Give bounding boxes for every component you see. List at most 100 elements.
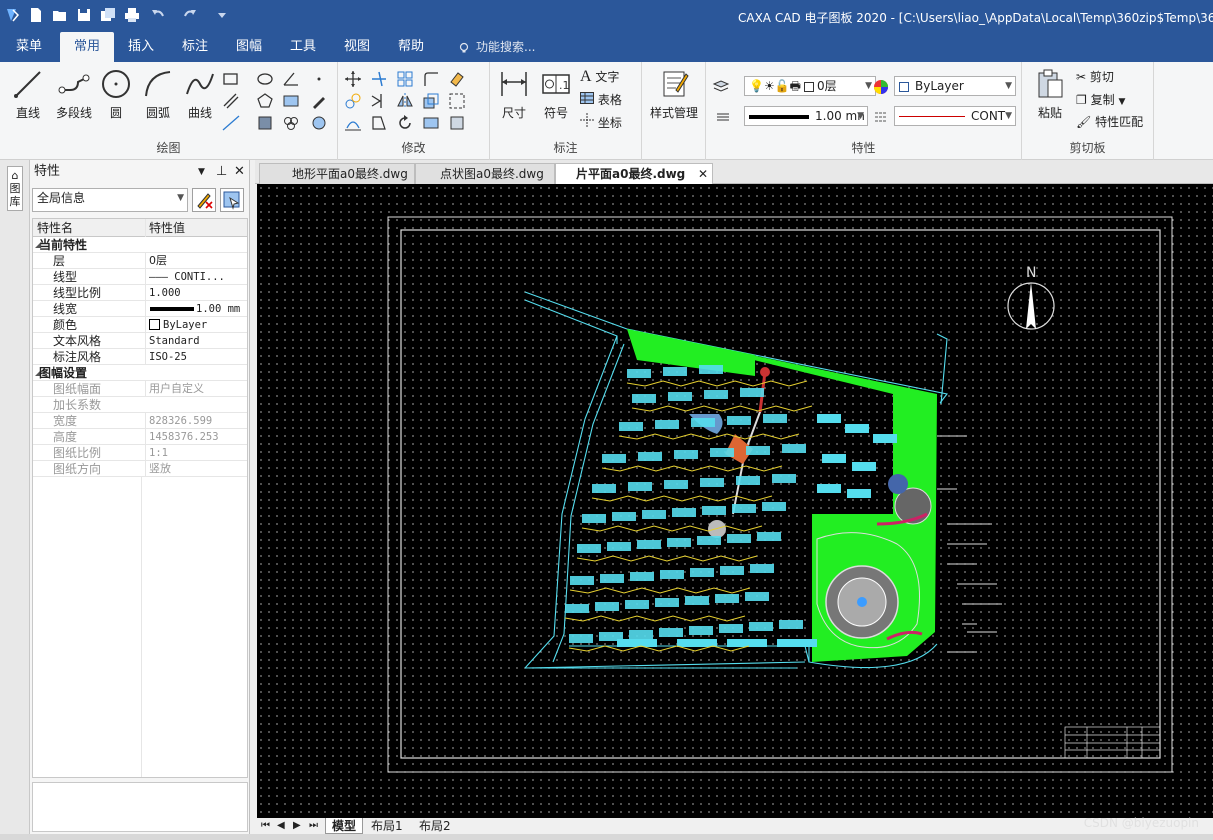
style-manager-button[interactable]: 样式管理 (648, 68, 700, 130)
tab-dimension[interactable]: 标注 (172, 32, 218, 62)
color-select[interactable]: ByLayer ▼ (894, 76, 1016, 96)
drawing-canvas[interactable]: N (257, 184, 1213, 818)
color-wheel-icon[interactable] (872, 78, 890, 96)
tab-view[interactable]: 视图 (334, 32, 380, 62)
revision-icon[interactable] (310, 114, 328, 132)
doc-tab-site-plan[interactable]: 片平面a0最终.dwg ✕ (555, 163, 713, 184)
symbol-button[interactable]: .1 符号 (536, 68, 576, 130)
chevron-down-icon: ▼ (1005, 111, 1012, 121)
polygon-icon[interactable] (256, 92, 274, 110)
circle-button[interactable]: 圆 (96, 68, 136, 130)
scale-icon[interactable] (422, 92, 440, 110)
dimension-button[interactable]: 尺寸 (494, 68, 534, 130)
tab-sheet[interactable]: 图幅 (226, 32, 272, 62)
angle-line-icon[interactable] (282, 70, 300, 88)
layer-manager-icon[interactable] (712, 78, 730, 96)
coordinate-button[interactable]: 坐标 (580, 113, 622, 131)
hatch-icon[interactable] (282, 92, 300, 110)
tab-help[interactable]: 帮助 (388, 32, 434, 62)
layout-tab-bar: ⏮ ◀ ▶ ⏭ 模型 布局1 布局2 (255, 818, 1213, 834)
layer-select[interactable]: 💡☀🔓🖶 0层 ▼ (744, 76, 876, 96)
line-button[interactable]: 直线 (8, 68, 48, 130)
layout-tab-layout1[interactable]: 布局1 (365, 818, 409, 834)
building (873, 434, 897, 443)
prop-row-linetype[interactable]: 线型 ——— CONTI... (33, 269, 247, 285)
building (720, 566, 744, 575)
tab-common[interactable]: 常用 (60, 32, 114, 62)
copy-move-icon[interactable] (344, 92, 362, 110)
prop-row-text-style[interactable]: 文本风格 Standard (33, 333, 247, 349)
cloud-icon[interactable] (282, 114, 300, 132)
array-icon[interactable] (396, 70, 414, 88)
nav-last-icon[interactable]: ⏭ (303, 818, 324, 834)
format-brush-icon[interactable] (448, 114, 466, 132)
extend-icon[interactable] (370, 92, 388, 110)
select-objects-button[interactable] (220, 188, 244, 212)
redo-icon[interactable] (182, 7, 198, 23)
layout-tab-model[interactable]: 模型 (325, 818, 364, 834)
stretch-icon[interactable] (370, 114, 388, 132)
prop-row-linetype-scale[interactable]: 线型比例 1.000 (33, 285, 247, 301)
prop-row-dim-style[interactable]: 标注风格 ISO-25 (33, 349, 247, 365)
library-tab[interactable]: ⌂ 图库 (7, 166, 23, 211)
pin-icon[interactable]: ⊥ (216, 160, 227, 184)
linetype-icon[interactable] (872, 108, 890, 126)
cut-button[interactable]: ✂ 剪切 (1076, 68, 1114, 85)
mirror-icon[interactable] (396, 92, 414, 110)
quick-select-button[interactable] (192, 188, 216, 212)
building (750, 564, 774, 573)
doc-tab-points[interactable]: 点状图a0最终.dwg (415, 163, 555, 184)
explode-icon[interactable] (448, 92, 466, 110)
pen-icon[interactable] (310, 92, 328, 110)
trim-icon[interactable] (370, 70, 388, 88)
undo-icon[interactable] (150, 7, 166, 23)
tab-menu[interactable]: 菜单 (4, 32, 54, 62)
eraser-icon[interactable] (448, 70, 466, 88)
section-sheet[interactable]: ◢ 图幅设置 (33, 365, 247, 381)
linetype-select[interactable]: CONT ▼ (894, 106, 1016, 126)
break-icon[interactable] (422, 114, 440, 132)
doc-tab-terrain[interactable]: 地形平面a0最终.dwg (259, 163, 415, 184)
print-icon[interactable] (124, 7, 140, 23)
offset-icon[interactable] (344, 114, 362, 132)
close-icon[interactable]: ✕ (234, 160, 245, 184)
close-tab-icon[interactable]: ✕ (698, 164, 708, 185)
table-button[interactable]: 表格 (580, 91, 622, 108)
prop-row-lineweight[interactable]: 线宽 1.00 mm (33, 301, 247, 317)
tab-insert[interactable]: 插入 (118, 32, 164, 62)
move-icon[interactable] (344, 70, 362, 88)
copy-button[interactable]: ❐ 复制 ▼ (1076, 91, 1125, 108)
ellipse-icon[interactable] (256, 70, 274, 88)
customize-qat-icon[interactable] (214, 7, 230, 23)
linetype-scale-icon[interactable] (714, 108, 732, 126)
paste-button[interactable]: 粘贴 (1030, 68, 1070, 130)
scope-value: 全局信息 (37, 191, 86, 205)
rectangle-icon[interactable] (222, 70, 240, 88)
prop-row-color[interactable]: 颜色 ByLayer (33, 317, 247, 333)
parallel-line-icon[interactable] (222, 92, 240, 110)
point-icon[interactable] (310, 70, 328, 88)
construction-line-icon[interactable] (222, 114, 240, 132)
layout-tab-layout2[interactable]: 布局2 (413, 818, 457, 834)
copy-icon: ❐ (1076, 93, 1087, 107)
rotate-icon[interactable] (396, 114, 414, 132)
section-current[interactable]: ◢ 当前特性 (33, 237, 247, 253)
open-file-icon[interactable] (52, 7, 68, 23)
text-button[interactable]: A 文字 (580, 68, 619, 86)
match-properties-button[interactable]: 🖌 特性匹配 (1076, 113, 1143, 130)
lineweight-select[interactable]: 1.00 mn ▼ (744, 106, 868, 126)
prop-row-layer[interactable]: 层 0层 (33, 253, 247, 269)
new-file-icon[interactable] (28, 7, 44, 23)
tab-tools[interactable]: 工具 (280, 32, 326, 62)
curve-button[interactable]: 曲线 (180, 68, 220, 130)
arc-button[interactable]: 圆弧 (138, 68, 178, 130)
feature-search[interactable]: 功能搜索... (458, 32, 535, 62)
fillet-icon[interactable] (422, 70, 440, 88)
scope-select[interactable]: 全局信息 ▼ (32, 188, 188, 212)
header-name: 特性名 (37, 221, 74, 235)
save-icon[interactable] (76, 7, 92, 23)
save-all-icon[interactable] (100, 7, 116, 23)
polyline-button[interactable]: 多段线 (52, 68, 96, 130)
panel-menu-icon[interactable]: ▼ (198, 160, 205, 184)
region-icon[interactable] (256, 114, 274, 132)
